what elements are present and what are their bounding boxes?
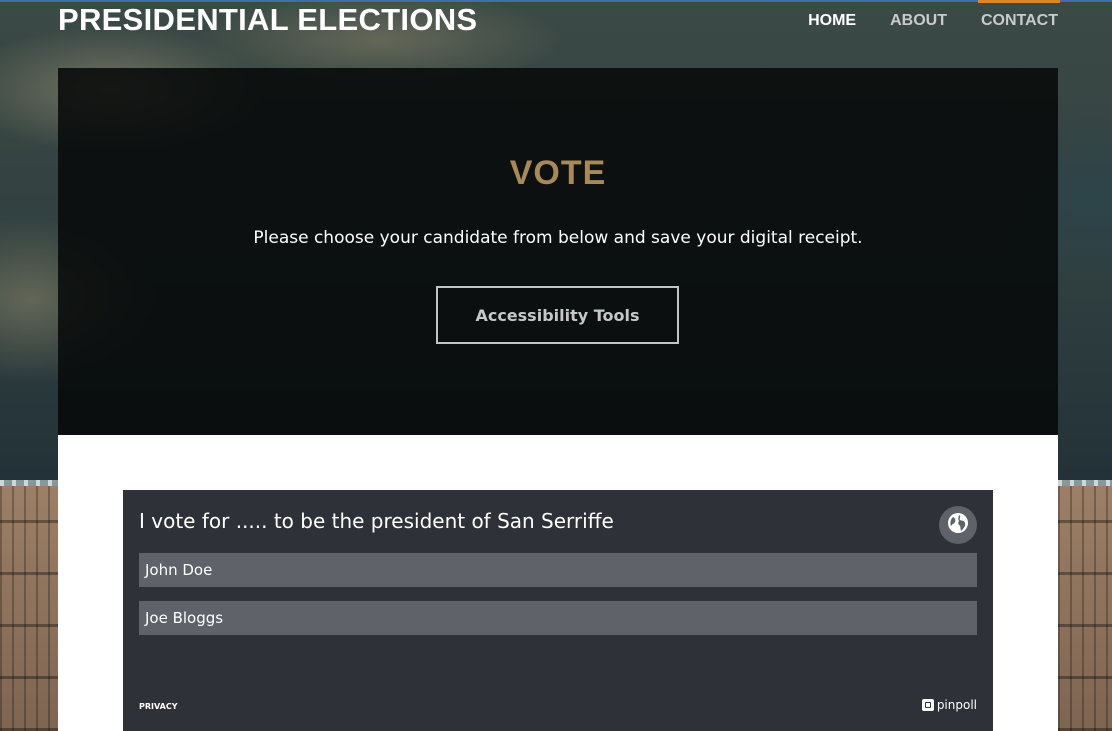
pinpoll-logo-icon — [921, 699, 934, 711]
wooden-dock — [0, 486, 58, 731]
nav-about[interactable]: ABOUT — [890, 12, 947, 30]
globe-icon — [947, 512, 969, 538]
poll-option-john-doe[interactable]: John Doe — [139, 553, 977, 587]
site-title[interactable]: PRESIDENTIAL ELECTIONS — [58, 2, 477, 38]
poll-question: I vote for ..... to be the president of … — [139, 509, 614, 533]
hero-description: Please choose your candidate from below … — [253, 228, 863, 248]
poll-widget: I vote for ..... to be the president of … — [123, 490, 993, 731]
pinpoll-brand[interactable]: pinpoll — [921, 698, 977, 712]
language-button[interactable] — [939, 506, 977, 544]
nav-contact[interactable]: CONTACT — [981, 12, 1058, 30]
content-area: I vote for ..... to be the president of … — [58, 435, 1058, 731]
accessibility-tools-button[interactable]: Accessibility Tools — [436, 286, 679, 344]
privacy-link[interactable]: PRIVACY — [139, 702, 178, 711]
brand-name: pinpoll — [936, 698, 977, 712]
hero-panel: VOTE Please choose your candidate from b… — [58, 68, 1058, 435]
main-nav: HOME ABOUT CONTACT — [808, 12, 1058, 30]
wooden-dock — [1058, 486, 1112, 731]
nav-home[interactable]: HOME — [808, 12, 856, 30]
poll-option-joe-bloggs[interactable]: Joe Bloggs — [139, 601, 977, 635]
hero-title: VOTE — [509, 154, 607, 192]
top-accent — [978, 0, 1060, 3]
